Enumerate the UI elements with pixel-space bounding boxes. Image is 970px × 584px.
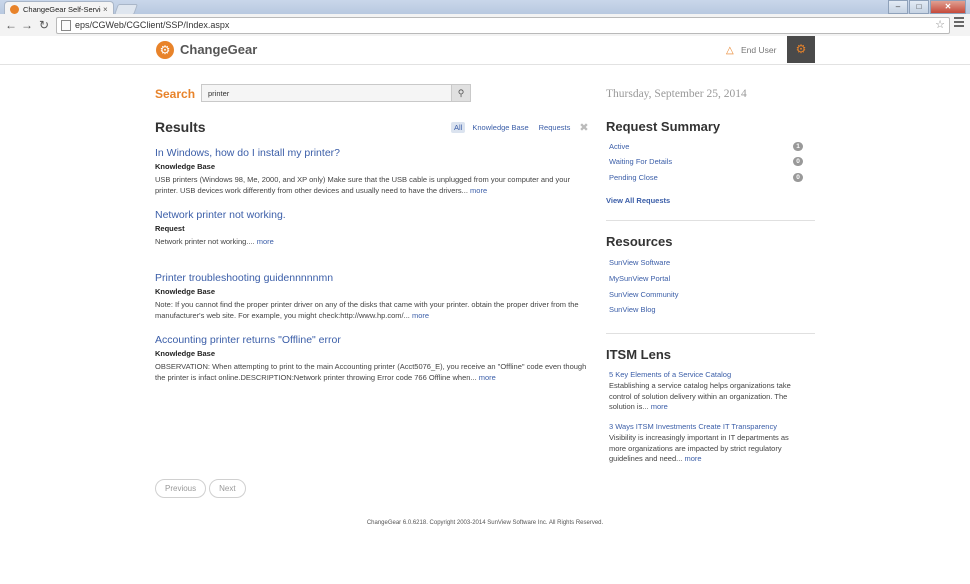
minimize-button[interactable]: – [888,0,908,14]
page-icon [61,20,71,31]
divider [606,333,815,334]
footer: ChangeGear 6.0.6218. Copyright 2003-2014… [366,520,604,526]
browser-toolbar: ← → ↻ eps/CGWeb/CGClient/SSP/Index.aspx … [0,14,970,37]
result-type: Request [155,224,185,233]
changegear-logo-icon: ⚙ [156,41,174,59]
results-heading: Results [155,119,206,135]
result-filters: All Knowledge Base Requests ✖ [451,121,589,134]
resource-link[interactable]: SunView Software [609,258,670,267]
next-button[interactable]: Next [209,479,246,498]
forward-icon[interactable]: → [20,18,34,32]
result-snippet: Network printer not working.... more [155,237,274,246]
filter-knowledge-base[interactable]: Knowledge Base [469,122,531,133]
browser-titlebar: ChangeGear Self-Service P × – □ ✕ [0,0,970,16]
lens-article-text: Establishing a service catalog helps org… [609,381,791,411]
more-link[interactable]: more [257,237,274,246]
result-title-link[interactable]: In Windows, how do I install my printer? [155,147,590,159]
close-icon[interactable]: ✖ [579,121,588,134]
summary-label: Waiting For Details [609,157,673,166]
user-warning-icon: △ [726,45,734,56]
result-item: Accounting printer returns "Offline" err… [155,334,590,383]
search-icon[interactable]: ⚲ [451,85,470,101]
summary-row-active[interactable]: Active 1 [609,142,803,151]
back-icon[interactable]: ← [4,18,18,32]
reload-icon[interactable]: ↻ [37,18,51,32]
view-all-requests-link[interactable]: View All Requests [606,196,670,205]
filter-all[interactable]: All [451,122,466,133]
count-badge: 0 [793,157,803,166]
result-snippet: OBSERVATION: When attempting to print to… [155,362,587,382]
url-text: eps/CGWeb/CGClient/SSP/Index.aspx [75,20,230,30]
resource-link[interactable]: SunView Community [609,290,678,299]
lens-article-link[interactable]: 3 Ways ITSM Investments Create IT Transp… [609,422,777,431]
window-controls: – □ ✕ [887,0,966,14]
address-bar[interactable]: eps/CGWeb/CGClient/SSP/Index.aspx ☆ [56,17,950,34]
result-type: Knowledge Base [155,349,216,358]
lens-article-text: Visibility is increasingly important in … [609,433,789,463]
resource-link[interactable]: MySunView Portal [609,274,670,283]
maximize-button[interactable]: □ [909,0,929,14]
result-snippet: USB printers (Windows 98, Me, 2000, and … [155,175,571,195]
itsm-lens-heading: ITSM Lens [606,347,672,362]
close-window-button[interactable]: ✕ [930,0,966,14]
more-link[interactable]: more [685,454,702,463]
pager: Previous Next [155,479,249,498]
result-item: Printer troubleshooting guidennnnnmn Kno… [155,272,590,321]
previous-button[interactable]: Previous [155,479,207,498]
more-link[interactable]: more [470,186,487,195]
more-link[interactable]: more [651,402,668,411]
filter-requests[interactable]: Requests [536,122,574,133]
result-type: Knowledge Base [155,162,216,171]
summary-label: Pending Close [609,173,658,182]
result-item: Network printer not working. Request Net… [155,209,590,247]
tab-close-icon[interactable]: × [103,5,108,14]
current-date: Thursday, September 25, 2014 [606,88,747,100]
search-input[interactable] [202,85,454,101]
request-summary-heading: Request Summary [606,119,721,134]
resources-heading: Resources [606,234,673,249]
result-snippet: Note: If you cannot find the proper prin… [155,300,579,320]
user-menu[interactable]: End User [741,45,776,55]
summary-label: Active [609,142,630,151]
divider [606,220,815,221]
result-title-link[interactable]: Network printer not working. [155,209,590,221]
result-item: In Windows, how do I install my printer?… [155,147,590,196]
star-icon[interactable]: ☆ [935,18,945,33]
lens-article-link[interactable]: 5 Key Elements of a Service Catalog [609,370,731,379]
resource-link[interactable]: SunView Blog [609,305,656,314]
app-header: ⚙ ChangeGear △ End User [0,36,970,65]
summary-row-pending-close[interactable]: Pending Close 0 [609,173,803,182]
result-title-link[interactable]: Printer troubleshooting guidennnnnmn [155,272,590,284]
more-link[interactable]: more [412,311,429,320]
favicon-icon [10,4,19,14]
menu-icon[interactable] [954,17,964,29]
gear-icon[interactable]: ⚙ [787,36,815,63]
count-badge: 0 [793,173,803,182]
summary-row-waiting[interactable]: Waiting For Details 0 [609,157,803,166]
search-label: Search [155,87,196,101]
more-link[interactable]: more [479,373,496,382]
logo-text: ChangeGear [180,42,258,57]
result-type: Knowledge Base [155,287,216,296]
count-badge: 1 [793,142,803,151]
search-box: ⚲ [201,84,471,102]
result-title-link[interactable]: Accounting printer returns "Offline" err… [155,334,590,346]
tab-title: ChangeGear Self-Service P [23,4,101,14]
